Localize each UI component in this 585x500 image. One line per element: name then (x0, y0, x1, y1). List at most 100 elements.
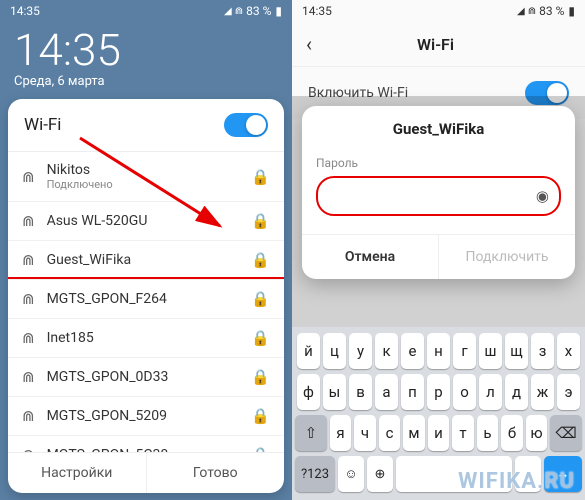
key[interactable]: х (557, 333, 580, 369)
network-name: MGTS_GPON_0D33 (47, 369, 240, 385)
battery-text: 83 % (246, 4, 271, 18)
dialog-title: Guest_WiFika (316, 120, 561, 138)
wifi-icon: ⋒ (22, 407, 35, 425)
network-name: MGTS_GPON_F264 (47, 291, 240, 307)
language-key[interactable]: ⊕ (367, 456, 393, 492)
numeric-key[interactable]: ?123 (295, 456, 335, 492)
password-dialog: Guest_WiFika Пароль ◉ Отмена Подключить (302, 106, 575, 279)
keyboard-row-2: фывапролджэ (295, 374, 582, 410)
wifi-icon: ⋒ (22, 168, 35, 186)
key[interactable]: м (403, 415, 425, 451)
watermark: WIFIKA.RU (458, 469, 575, 494)
status-time: 14:35 (10, 4, 40, 18)
key[interactable]: б (501, 415, 523, 451)
key[interactable]: д (505, 374, 528, 410)
status-time: 14:35 (302, 4, 332, 18)
key[interactable]: ж (531, 374, 554, 410)
key[interactable]: я (330, 415, 352, 451)
key[interactable]: ш (479, 333, 502, 369)
back-icon[interactable]: ‹ (306, 32, 312, 56)
network-row[interactable]: ⋒Guest_WiFika🔒 (8, 241, 284, 280)
network-row[interactable]: ⋒NikitosПодключено🔒 (8, 152, 284, 202)
emoji-key[interactable]: ☺ (338, 456, 364, 492)
network-name: MGTS_GPON_5C38 (47, 447, 240, 452)
battery-icon: ▮ (275, 4, 282, 18)
key[interactable]: о (453, 374, 476, 410)
network-row[interactable]: ⋒ MGTS_GPON_5209 🔒 (8, 397, 284, 436)
key[interactable]: а (375, 374, 398, 410)
key[interactable]: й (297, 333, 320, 369)
key[interactable]: ы (323, 374, 346, 410)
keyboard-row-1: йцукенгшщзх (295, 333, 582, 369)
lock-icon: 🔒 (251, 168, 270, 186)
network-row[interactable]: ⋒Asus WL-520GU🔒 (8, 202, 284, 241)
status-icons: ◢ ⋒ 83 % ▮ (224, 4, 282, 18)
key[interactable]: т (452, 415, 474, 451)
key[interactable]: ь (477, 415, 499, 451)
connect-button[interactable]: Подключить (439, 235, 575, 279)
key[interactable]: п (401, 374, 424, 410)
key[interactable]: е (401, 333, 424, 369)
network-row[interactable]: ⋒ MGTS_GPON_F264 🔒 (8, 280, 284, 319)
cancel-button[interactable]: Отмена (302, 235, 439, 279)
signal-icon: ◢ (224, 6, 231, 17)
card-footer: Настройки Готово (8, 452, 284, 493)
wifi-icon: ⋒ (22, 251, 35, 269)
key[interactable]: и (428, 415, 450, 451)
wifi-icon: ⋒ (22, 290, 35, 308)
battery-icon: ▮ (568, 4, 575, 18)
network-row[interactable]: ⋒Inet185🔒 (8, 319, 284, 358)
lock-icon: 🔒 (251, 368, 270, 386)
key[interactable]: щ (505, 333, 528, 369)
password-input[interactable] (324, 182, 532, 210)
wifi-icon: ⋒ (22, 368, 35, 386)
key[interactable]: к (375, 333, 398, 369)
visibility-toggle-icon[interactable]: ◉ (532, 187, 553, 205)
password-label: Пароль (316, 156, 561, 170)
clock-time: 14:35 (14, 28, 278, 72)
wifi-status-icon: ⋒ (235, 6, 242, 17)
lock-icon: 🔒 (251, 251, 270, 269)
settings-button[interactable]: Настройки (8, 453, 146, 493)
lock-icon: 🔒 (251, 407, 270, 425)
lock-icon: 🔒 (251, 446, 270, 452)
key[interactable]: в (349, 374, 372, 410)
shift-key[interactable]: ⇧ (295, 415, 327, 451)
signal-icon: ◢ (517, 6, 524, 17)
key[interactable]: э (557, 374, 580, 410)
left-phone-screen: 14:35 ◢ ⋒ 83 % ▮ 14:35 Среда, 6 марта Wi… (0, 0, 292, 500)
lock-icon: 🔒 (251, 212, 270, 230)
key[interactable]: н (427, 333, 450, 369)
wifi-icon: ⋒ (22, 212, 35, 230)
network-row[interactable]: ⋒MGTS_GPON_5C38🔒 (8, 436, 284, 452)
network-name: Inet185 (47, 330, 240, 346)
key[interactable]: ц (323, 333, 346, 369)
network-name: MGTS_GPON_5209 (47, 408, 240, 424)
network-name: Nikitos (47, 162, 240, 178)
key[interactable]: л (479, 374, 502, 410)
settings-header: ‹ Wi-Fi (292, 22, 585, 67)
network-row[interactable]: ⋒ MGTS_GPON_0D33 🔒 (8, 358, 284, 397)
key[interactable]: р (427, 374, 450, 410)
wifi-toggle[interactable] (224, 113, 268, 137)
key[interactable]: ю (526, 415, 548, 451)
key[interactable]: з (531, 333, 554, 369)
wifi-card-header: Wi-Fi (8, 99, 284, 152)
key[interactable]: у (349, 333, 372, 369)
wifi-icon: ⋒ (22, 329, 35, 347)
wifi-card-title: Wi-Fi (24, 115, 61, 135)
key[interactable]: ф (297, 374, 320, 410)
backspace-key[interactable]: ⌫ (550, 415, 582, 451)
key[interactable]: с (379, 415, 401, 451)
key[interactable]: г (453, 333, 476, 369)
lock-icon: 🔒 (251, 290, 270, 308)
done-button[interactable]: Готово (146, 453, 285, 493)
password-field-wrap: ◉ (316, 176, 561, 216)
right-phone-screen: 14:35 ◢ ⋒ 83 % ▮ ‹ Wi-Fi Включить Wi-Fi … (292, 0, 585, 500)
keyboard-row-3: ⇧ячсмитьбю⌫ (295, 415, 582, 451)
key[interactable]: ч (354, 415, 376, 451)
battery-text: 83 % (539, 4, 564, 18)
lock-clock: 14:35 Среда, 6 марта (0, 22, 292, 99)
highlight-underline (8, 277, 284, 279)
status-bar: 14:35 ◢ ⋒ 83 % ▮ (292, 0, 585, 22)
